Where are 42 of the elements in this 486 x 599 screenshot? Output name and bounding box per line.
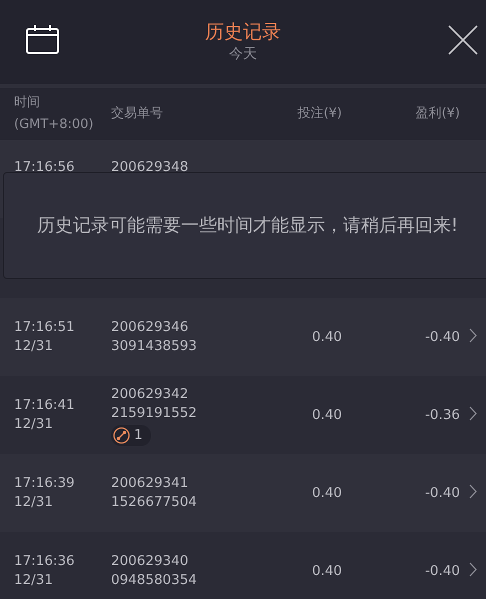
order-number: 200629341: [111, 474, 190, 493]
date-text: 12/31: [14, 493, 54, 512]
profit-amount: -0.40: [424, 328, 460, 346]
order-number: 2159191552: [111, 404, 198, 422]
order-number: 200629342: [111, 384, 190, 404]
order-number: 200629346: [111, 318, 190, 337]
date-text: 12/31: [14, 337, 54, 356]
date-text: 12/31: [14, 415, 54, 434]
link-icon: [113, 426, 130, 444]
time-text: 17:16:51: [14, 318, 76, 337]
column-header: 时间: [14, 94, 41, 112]
time-text: 17:16:39: [14, 474, 76, 493]
date-filter[interactable]: 今天: [229, 44, 257, 64]
close-icon[interactable]: [448, 25, 478, 55]
order-number: 1526677504: [111, 493, 198, 512]
order-number: 3091438593: [111, 337, 198, 356]
timezone-label: (GMT+8:00): [14, 116, 94, 134]
date-text: 12/31: [14, 571, 54, 590]
profit-amount: -0.36: [424, 406, 460, 424]
time-text: 17:16:56: [14, 158, 76, 177]
order-number: 0948580354: [111, 571, 198, 590]
chevron-right-icon[interactable]: [469, 328, 477, 342]
page-title: 历史记录: [205, 20, 281, 44]
bet-amount: 0.40: [310, 406, 342, 424]
column-header: 投注(¥): [296, 105, 342, 123]
time-text: 17:16:36: [14, 552, 76, 571]
toast-text: 历史记录可能需要一些时间才能显示，请稍后再回来!: [36, 214, 460, 238]
profit-amount: -0.40: [424, 562, 460, 580]
order-number: 200629340: [111, 552, 190, 571]
chevron-right-icon[interactable]: [469, 484, 477, 498]
chevron-right-icon[interactable]: [469, 562, 477, 576]
order-number: 200629348: [111, 158, 190, 177]
time-text: 17:16:41: [14, 396, 76, 415]
column-header: 盈利(¥): [414, 105, 460, 123]
profit-amount: -0.40: [424, 484, 460, 502]
bet-amount: 0.40: [310, 328, 342, 346]
count-badge[interactable]: 1: [111, 424, 151, 446]
column-header: 交易单号: [111, 105, 164, 123]
calendar-icon[interactable]: [26, 25, 59, 54]
chevron-right-icon[interactable]: [469, 406, 477, 420]
bet-amount: 0.40: [310, 562, 342, 580]
bet-amount: 0.40: [310, 484, 342, 502]
